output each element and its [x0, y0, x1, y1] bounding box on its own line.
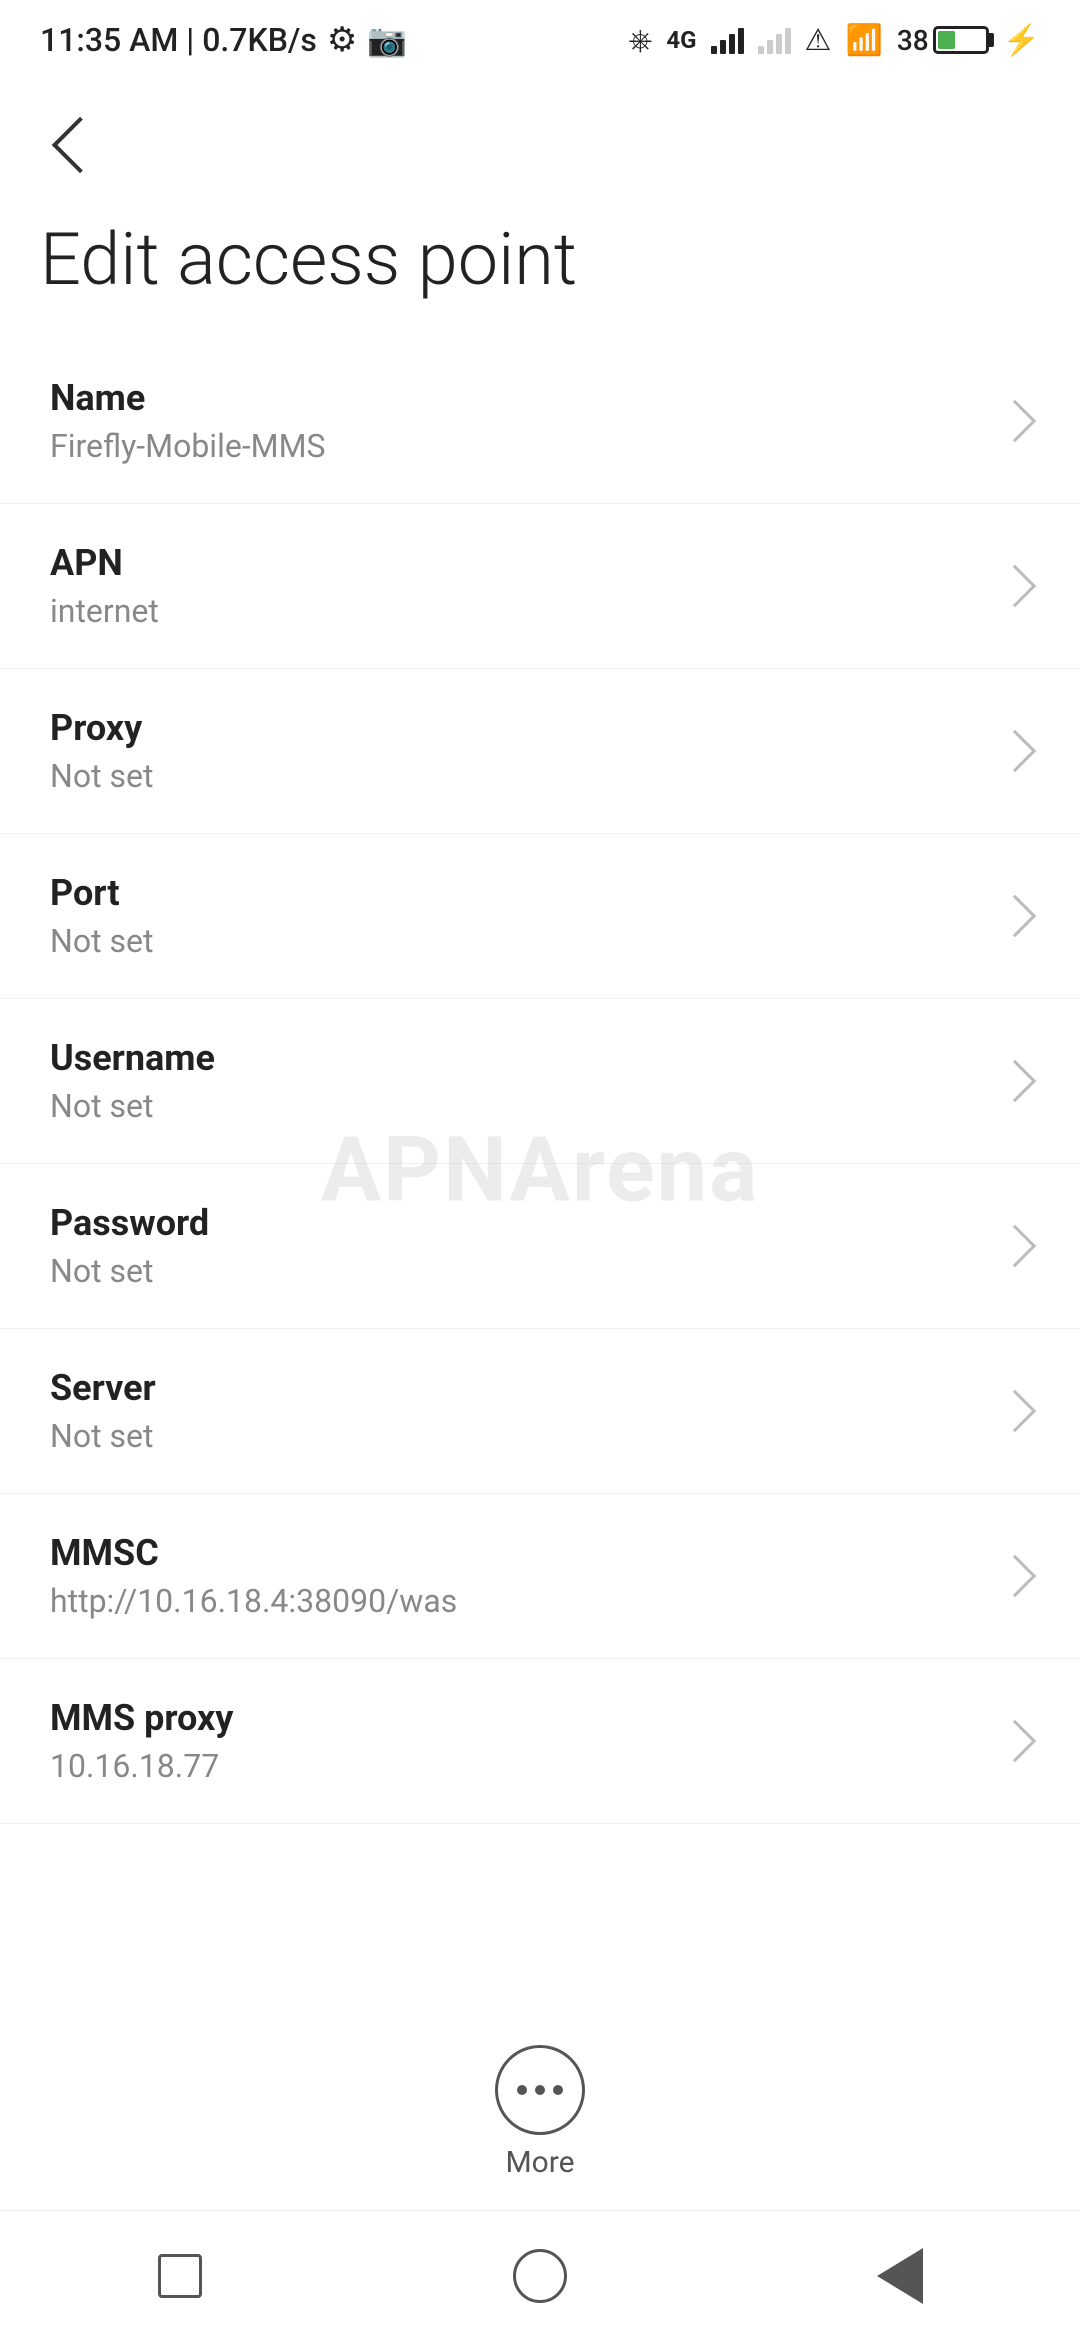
settings-value-proxy: Not set: [50, 757, 980, 795]
recent-apps-button[interactable]: [130, 2236, 230, 2316]
settings-item-mms-proxy[interactable]: MMS proxy 10.16.18.77: [0, 1659, 1080, 1824]
settings-value-apn: internet: [50, 592, 980, 630]
page-title-container: Edit access point: [0, 200, 1080, 339]
status-bar: 11:35 AM | 0.7KB/s ⚙ 📷 ⎈ 4G ⚠ 📶 38 ⚡: [0, 0, 1080, 80]
charging-icon: ⚡: [1003, 23, 1040, 58]
chevron-right-icon-proxy: [994, 730, 1036, 772]
chevron-right-icon-username: [994, 1060, 1036, 1102]
settings-value-mms-proxy: 10.16.18.77: [50, 1747, 980, 1785]
settings-item-content-mms-proxy: MMS proxy 10.16.18.77: [50, 1697, 980, 1785]
settings-item-mmsc[interactable]: MMSC http://10.16.18.4:38090/was: [0, 1494, 1080, 1659]
chevron-right-icon-password: [994, 1225, 1036, 1267]
status-bar-right: ⎈ 4G ⚠ 📶 38 ⚡: [628, 23, 1040, 58]
bluetooth-icon: ⎈: [628, 23, 652, 58]
three-dots-icon: [517, 2085, 563, 2095]
settings-value-server: Not set: [50, 1417, 980, 1455]
settings-label-mms-proxy: MMS proxy: [50, 1697, 980, 1739]
bottom-navigation: [0, 2210, 1080, 2340]
dot-2: [535, 2085, 545, 2095]
settings-label-apn: APN: [50, 542, 980, 584]
settings-item-content-server: Server Not set: [50, 1367, 980, 1455]
dot-3: [553, 2085, 563, 2095]
settings-item-content-apn: APN internet: [50, 542, 980, 630]
camera-icon: 📷: [367, 21, 407, 59]
battery-fill: [938, 31, 955, 49]
settings-label-proxy: Proxy: [50, 707, 980, 749]
settings-icon: ⚙: [327, 20, 357, 60]
settings-item-content-username: Username Not set: [50, 1037, 980, 1125]
network-4g-icon: 4G: [666, 26, 696, 54]
settings-item-content-name: Name Firefly-Mobile-MMS: [50, 377, 980, 465]
settings-item-content-password: Password Not set: [50, 1202, 980, 1290]
chevron-right-icon-mms-proxy: [994, 1720, 1036, 1762]
settings-item-server[interactable]: Server Not set: [0, 1329, 1080, 1494]
battery-percent: 38: [897, 24, 929, 57]
settings-value-port: Not set: [50, 922, 980, 960]
settings-label-port: Port: [50, 872, 980, 914]
circle-icon: [513, 2249, 567, 2303]
settings-item-content-mmsc: MMSC http://10.16.18.4:38090/was: [50, 1532, 980, 1620]
chevron-right-icon-name: [994, 400, 1036, 442]
settings-item-proxy[interactable]: Proxy Not set: [0, 669, 1080, 834]
more-label: More: [505, 2145, 574, 2180]
status-bar-left: 11:35 AM | 0.7KB/s ⚙ 📷: [40, 20, 407, 60]
settings-list: Name Firefly-Mobile-MMS APN internet Pro…: [0, 339, 1080, 1824]
back-button[interactable]: [40, 110, 110, 180]
settings-value-username: Not set: [50, 1087, 980, 1125]
settings-item-content-proxy: Proxy Not set: [50, 707, 980, 795]
home-button[interactable]: [490, 2236, 590, 2316]
top-navigation: [0, 80, 1080, 200]
wifi-cross-icon: ⚠: [805, 23, 832, 58]
page-title: Edit access point: [40, 220, 1040, 299]
more-circle-icon: [495, 2045, 585, 2135]
chevron-right-icon-mmsc: [994, 1555, 1036, 1597]
settings-label-password: Password: [50, 1202, 980, 1244]
back-arrow-icon: [52, 117, 109, 174]
square-icon: [158, 2254, 202, 2298]
chevron-right-icon-server: [994, 1390, 1036, 1432]
settings-value-password: Not set: [50, 1252, 980, 1290]
more-button[interactable]: More: [495, 2045, 585, 2180]
settings-item-username[interactable]: Username Not set: [0, 999, 1080, 1164]
triangle-icon: [877, 2248, 923, 2304]
wifi-icon: 📶: [845, 23, 882, 58]
back-nav-button[interactable]: [850, 2236, 950, 2316]
dot-1: [517, 2085, 527, 2095]
settings-label-username: Username: [50, 1037, 980, 1079]
settings-item-password[interactable]: Password Not set: [0, 1164, 1080, 1329]
settings-value-mmsc: http://10.16.18.4:38090/was: [50, 1582, 980, 1620]
settings-value-name: Firefly-Mobile-MMS: [50, 427, 980, 465]
signal-bars-2: [758, 26, 791, 54]
battery-container: 38: [897, 24, 989, 57]
time-display: 11:35 AM | 0.7KB/s: [40, 21, 317, 59]
settings-item-content-port: Port Not set: [50, 872, 980, 960]
settings-item-port[interactable]: Port Not set: [0, 834, 1080, 999]
chevron-right-icon-port: [994, 895, 1036, 937]
signal-bars-1: [711, 26, 744, 54]
battery-icon: [933, 26, 989, 54]
settings-item-apn[interactable]: APN internet: [0, 504, 1080, 669]
settings-label-mmsc: MMSC: [50, 1532, 980, 1574]
settings-label-name: Name: [50, 377, 980, 419]
chevron-right-icon-apn: [994, 565, 1036, 607]
settings-label-server: Server: [50, 1367, 980, 1409]
settings-item-name[interactable]: Name Firefly-Mobile-MMS: [0, 339, 1080, 504]
